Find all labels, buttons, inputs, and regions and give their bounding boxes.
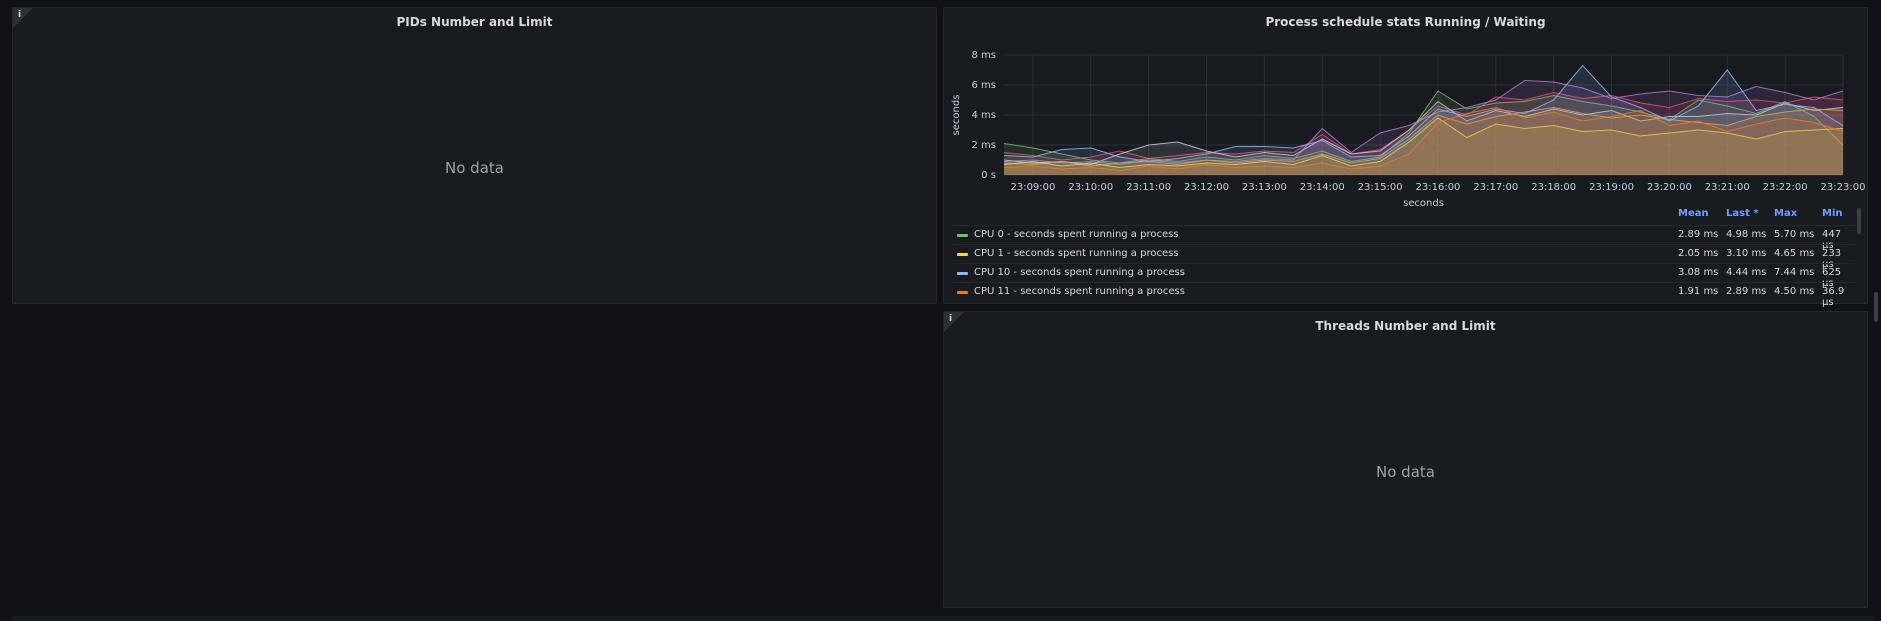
y-axis-title: seconds xyxy=(951,95,962,136)
chart-legend: Mean Last * Max Min CPU 0 - seconds spen… xyxy=(953,208,1862,308)
x-tick-label: 23:17:00 xyxy=(1473,182,1518,193)
x-tick-label: 23:18:00 xyxy=(1531,182,1576,193)
legend-last-value: 3.10 ms xyxy=(1726,248,1767,259)
x-tick-label: 23:15:00 xyxy=(1358,182,1403,193)
x-tick-label: 23:11:00 xyxy=(1126,182,1171,193)
legend-last-value: 4.44 ms xyxy=(1726,267,1767,278)
no-data-text: No data xyxy=(1376,463,1435,481)
x-tick-label: 23:22:00 xyxy=(1763,182,1808,193)
legend-series-name[interactable]: CPU 10 - seconds spent running a process xyxy=(974,267,1185,278)
legend-last-value: 4.98 ms xyxy=(1726,229,1767,240)
legend-swatch xyxy=(957,234,968,237)
y-tick-label: 2 ms xyxy=(972,140,997,151)
legend-row-cpu10[interactable]: CPU 10 - seconds spent running a process… xyxy=(953,263,1855,289)
legend-mean-value: 3.08 ms xyxy=(1678,267,1719,278)
legend-header-last[interactable]: Last * xyxy=(1726,208,1759,224)
legend-last-value: 2.89 ms xyxy=(1726,286,1767,297)
x-tick-label: 23:23:00 xyxy=(1821,182,1866,193)
legend-mean-value: 2.89 ms xyxy=(1678,229,1719,240)
legend-max-value: 5.70 ms xyxy=(1774,229,1815,240)
y-tick-label: 6 ms xyxy=(972,80,997,91)
y-tick-label: 4 ms xyxy=(972,110,997,121)
legend-mean-value: 2.05 ms xyxy=(1678,248,1719,259)
y-tick-label: 8 ms xyxy=(972,50,997,61)
legend-min-value: 36.9 µs xyxy=(1822,286,1845,308)
next-panel-row xyxy=(12,616,1874,621)
x-tick-label: 23:13:00 xyxy=(1242,182,1287,193)
x-tick-label: 23:14:00 xyxy=(1300,182,1345,193)
legend-row-cpu11[interactable]: CPU 11 - seconds spent running a process… xyxy=(953,282,1855,308)
legend-max-value: 7.44 ms xyxy=(1774,267,1815,278)
panel-threads: i Threads Number and Limit No data xyxy=(943,311,1868,608)
page-scrollbar[interactable] xyxy=(1874,292,1878,322)
legend-swatch xyxy=(957,291,968,294)
legend-header-mean[interactable]: Mean xyxy=(1678,208,1709,224)
legend-max-value: 4.65 ms xyxy=(1774,248,1815,259)
legend-swatch xyxy=(957,253,968,256)
legend-max-value: 4.50 ms xyxy=(1774,286,1815,297)
legend-series-name[interactable]: CPU 0 - seconds spent running a process xyxy=(974,229,1179,240)
legend-header-max[interactable]: Max xyxy=(1774,208,1797,224)
legend-series-name[interactable]: CPU 11 - seconds spent running a process xyxy=(974,286,1185,297)
x-tick-label: 23:20:00 xyxy=(1647,182,1692,193)
legend-swatch xyxy=(957,272,968,275)
legend-row-cpu1[interactable]: CPU 1 - seconds spent running a process … xyxy=(953,244,1855,270)
legend-header-min[interactable]: Min xyxy=(1822,208,1843,224)
panel-title[interactable]: Threads Number and Limit xyxy=(944,319,1867,333)
x-tick-label: 23:12:00 xyxy=(1184,182,1229,193)
x-tick-label: 23:09:00 xyxy=(1010,182,1055,193)
legend-scrollbar[interactable] xyxy=(1857,208,1861,234)
x-tick-label: 23:21:00 xyxy=(1705,182,1750,193)
x-tick-label: 23:16:00 xyxy=(1416,182,1461,193)
legend-row-cpu0[interactable]: CPU 0 - seconds spent running a process … xyxy=(953,225,1855,251)
legend-mean-value: 1.91 ms xyxy=(1678,286,1719,297)
x-tick-label: 23:10:00 xyxy=(1068,182,1113,193)
x-tick-label: 23:19:00 xyxy=(1589,182,1634,193)
y-tick-label: 0 s xyxy=(981,170,996,181)
legend-series-name[interactable]: CPU 1 - seconds spent running a process xyxy=(974,248,1179,259)
